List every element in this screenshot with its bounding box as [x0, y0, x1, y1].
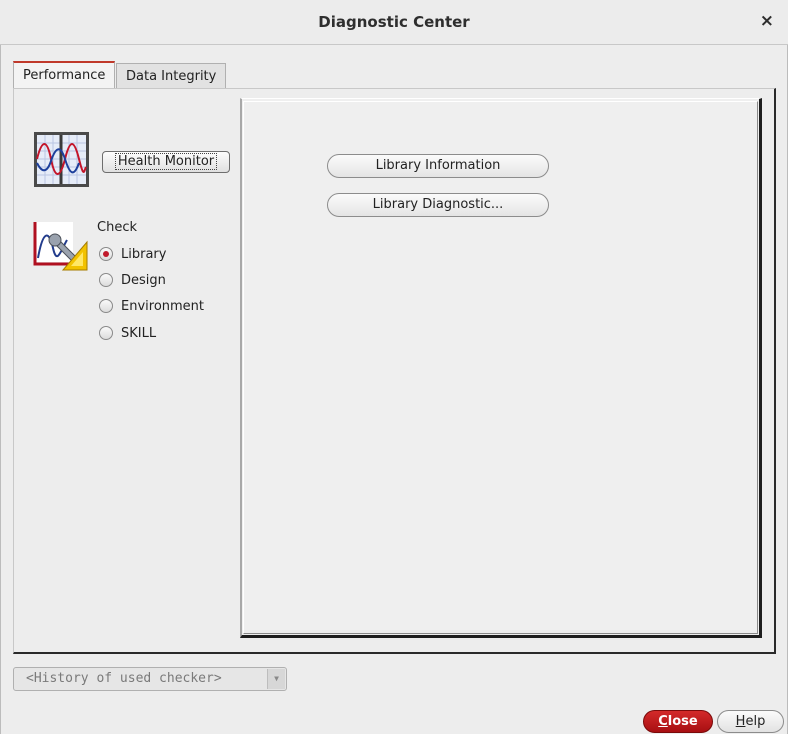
actions-panel [240, 98, 762, 638]
help-label-rest: elp [745, 714, 766, 729]
chevron-down-icon[interactable]: ▼ [267, 669, 285, 689]
radio-skill[interactable]: SKILL [99, 324, 156, 342]
library-information-button[interactable]: Library Information [327, 154, 549, 178]
tab-data-integrity[interactable]: Data Integrity [116, 63, 227, 89]
radio-button[interactable] [99, 247, 113, 261]
close-label-rest: lose [667, 714, 698, 729]
radio-label: Design [121, 272, 166, 288]
library-diagnostic-button[interactable]: Library Diagnostic... [327, 193, 549, 217]
history-value: <History of used checker> [26, 671, 222, 686]
radio-button[interactable] [99, 326, 113, 340]
radio-environment[interactable]: Environment [99, 297, 204, 315]
diagnostic-tools-icon [33, 220, 90, 272]
radio-design[interactable]: Design [99, 271, 166, 289]
radio-label: Environment [121, 298, 205, 314]
check-label: Check [97, 220, 137, 235]
close-mnemonic: C [658, 714, 668, 729]
radio-label: SKILL [121, 325, 157, 341]
help-mnemonic: H [735, 714, 746, 729]
close-button[interactable]: Close [643, 710, 713, 733]
health-monitor-button[interactable]: Health Monitor [102, 151, 230, 173]
help-button[interactable]: Help [717, 710, 784, 733]
radio-button[interactable] [99, 273, 113, 287]
close-icon[interactable]: × [760, 11, 774, 31]
history-combo[interactable]: <History of used checker> ▼ [13, 667, 287, 691]
radio-label: Library [121, 246, 167, 262]
waveform-monitor-icon [33, 131, 90, 188]
window-title: Diagnostic Center [318, 13, 470, 31]
radio-button[interactable] [99, 299, 113, 313]
health-monitor-label: Health Monitor [114, 153, 218, 170]
radio-library[interactable]: Library [99, 245, 166, 263]
title-bar: Diagnostic Center × [0, 0, 788, 45]
tab-performance[interactable]: Performance [13, 61, 116, 89]
